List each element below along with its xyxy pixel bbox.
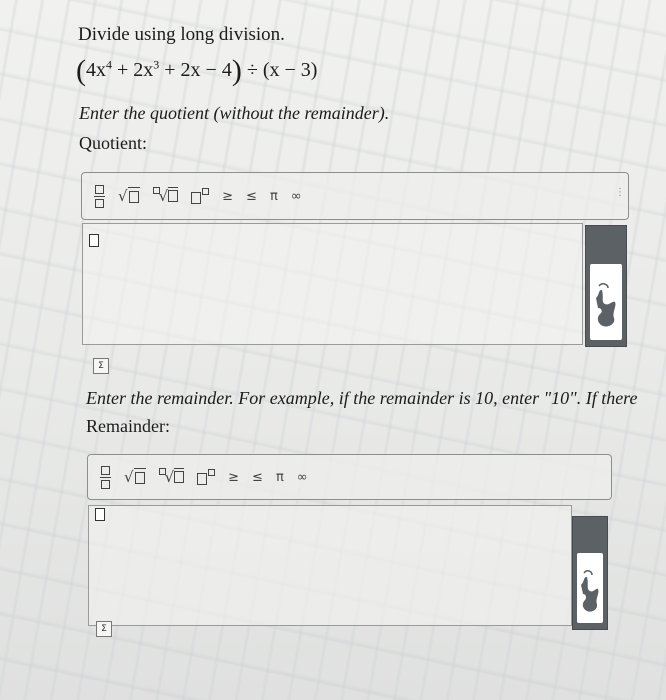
remainder-prompt: Enter the remainder. For example, if the… [86,388,638,408]
more-options-icon[interactable]: ⋮ [615,187,625,198]
expression-term-3: + 2x − 4 [159,59,232,81]
fraction-button[interactable] [94,184,105,208]
nth-root-button[interactable]: √ [152,186,179,206]
square-root-button[interactable]: √ [118,186,140,206]
quotient-prompt: Enter the quotient (without the remainde… [79,103,390,123]
remainder-input-placeholder-box [95,508,105,521]
remainder-label: Remainder: [86,416,170,436]
remainder-math-toolbar: √ √ ≥ ≤ π ∞ [87,454,612,500]
infinity-button[interactable]: ∞ [291,189,302,204]
quotient-math-toolbar: √ √ ≥ ≤ π ∞ ⋮ [81,172,629,220]
exponent-button[interactable] [191,188,210,204]
expression-close-paren: ) [231,54,242,87]
expression-term-2: + 2x [112,59,154,81]
remainder-handwriting-panel[interactable] [572,516,608,630]
expression-divisor: ÷ (x − 3) [241,59,318,81]
quotient-sigma-button[interactable]: Σ [93,358,109,374]
square-root-button[interactable]: √ [124,467,146,487]
nth-root-button[interactable]: √ [158,467,185,487]
geq-button[interactable]: ≥ [228,470,239,485]
quotient-handwriting-panel[interactable] [585,225,627,347]
quotient-answer-input[interactable] [82,223,583,345]
expression-term-1: 4x [86,59,106,81]
exponent-button[interactable] [197,469,216,485]
hand-pointer-icon [581,570,599,612]
quotient-label: Quotient: [79,133,147,153]
expression-open-paren: ( [76,54,86,87]
leq-button[interactable]: ≤ [246,189,257,204]
pi-button[interactable]: π [276,470,284,485]
fraction-button[interactable] [100,465,111,489]
remainder-handwriting-area [577,553,603,623]
infinity-button[interactable]: ∞ [297,470,308,485]
hand-pointer-icon [596,283,616,327]
question-instruction: Divide using long division. [78,24,285,45]
pi-button[interactable]: π [270,189,278,204]
geq-button[interactable]: ≥ [222,189,233,204]
remainder-sigma-button[interactable]: Σ [96,621,112,637]
division-expression: (4x4 + 2x3 + 2x − 4) ÷ (x − 3) [76,54,317,88]
leq-button[interactable]: ≤ [252,470,263,485]
quotient-input-placeholder-box [89,234,99,247]
remainder-answer-input[interactable] [88,505,572,626]
quotient-handwriting-area [590,264,622,340]
